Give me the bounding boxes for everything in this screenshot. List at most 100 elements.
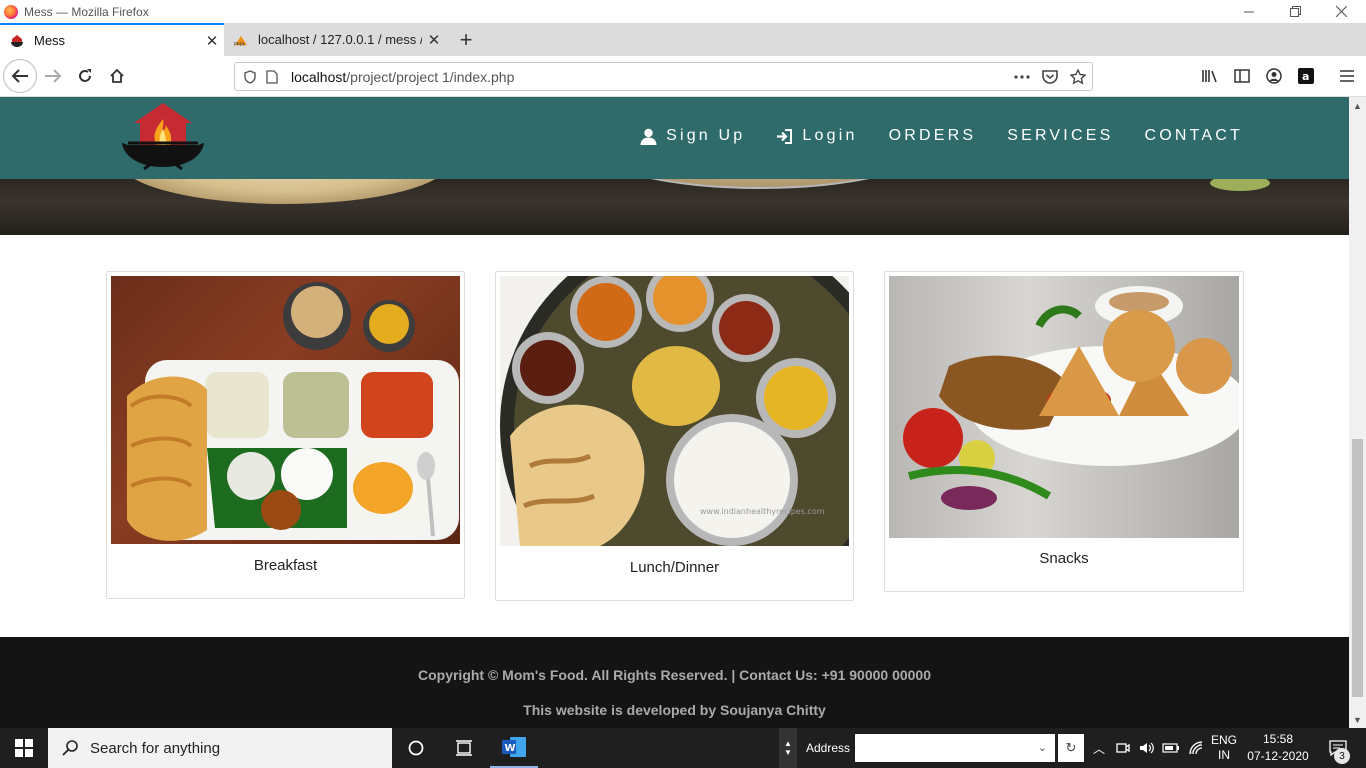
bookmark-star-button[interactable] <box>1064 68 1092 85</box>
breakfast-card[interactable]: Breakfast <box>106 271 465 599</box>
input-language-indicator[interactable]: ENG IN <box>1208 728 1240 768</box>
restore-button[interactable] <box>1272 0 1318 23</box>
page-viewport: Sign Up Login ORDERS SERVICES CONTACT Br… <box>0 97 1349 728</box>
tracking-protection-icon[interactable] <box>239 69 261 84</box>
start-button[interactable] <box>0 728 48 768</box>
url-bar[interactable]: localhost/project/project 1/index.php <box>234 62 1093 91</box>
page-actions-button[interactable] <box>1008 74 1036 79</box>
minimize-button[interactable] <box>1226 0 1272 23</box>
tab-phpmyadmin[interactable]: PMA localhost / 127.0.0.1 / mess / us ✕ <box>224 23 446 56</box>
close-window-button[interactable] <box>1318 0 1364 23</box>
account-button[interactable] <box>1258 60 1290 92</box>
pocket-icon <box>1042 70 1058 84</box>
new-tab-button[interactable]: + <box>452 23 480 56</box>
volume-icon[interactable] <box>1136 728 1158 768</box>
tab-mess[interactable]: Mess ✕ <box>0 23 224 56</box>
taskbar-search-box[interactable]: Search for anything <box>48 728 392 768</box>
tab-strip: Mess ✕ PMA localhost / 127.0.0.1 / mess … <box>0 23 1366 56</box>
sidebar-button[interactable] <box>1226 60 1258 92</box>
search-placeholder: Search for anything <box>90 739 221 757</box>
firefox-logo-icon <box>4 4 18 19</box>
snacks-card[interactable]: Snacks <box>884 271 1244 592</box>
chevron-up-icon: ▲ <box>784 739 792 748</box>
site-header: Sign Up Login ORDERS SERVICES CONTACT <box>0 97 1349 179</box>
restore-icon <box>1289 6 1301 17</box>
moms-food-logo-icon[interactable] <box>120 99 206 177</box>
address-go-button[interactable]: ↻ <box>1058 734 1084 762</box>
svg-text:PMA: PMA <box>234 42 245 47</box>
nav-services-link[interactable]: SERVICES <box>1007 127 1113 145</box>
breakfast-thali-image <box>127 282 459 541</box>
home-icon <box>110 68 124 83</box>
phpmyadmin-favicon-icon: PMA <box>234 35 247 47</box>
cortana-circle-icon <box>408 740 424 756</box>
chevron-down-icon[interactable]: ⌄ <box>1038 741 1047 754</box>
chevron-up-icon: ︿ <box>1092 741 1105 756</box>
amazon-extension-button[interactable]: a <box>1290 60 1322 92</box>
footer-copyright: Copyright © Mom's Food. All Rights Reser… <box>417 667 932 683</box>
scroll-up-icon[interactable]: ▲ <box>1349 97 1366 114</box>
login-icon <box>777 128 793 144</box>
site-info-icon[interactable] <box>261 69 283 84</box>
toolbar-scroll-arrows[interactable]: ▲ ▼ <box>779 728 797 768</box>
nav-signup-link[interactable]: Sign Up <box>640 127 745 145</box>
page-scrollbar[interactable]: ▲ ▼ <box>1349 97 1366 728</box>
search-icon <box>62 740 78 756</box>
region-code: IN <box>1218 748 1230 762</box>
menu-button[interactable] <box>1331 60 1363 92</box>
lunch-dinner-card[interactable]: www.indianhealthyrecipes.com Lunch/Dinne… <box>495 271 854 601</box>
clock[interactable]: 15:58 07-12-2020 <box>1244 728 1312 768</box>
card-caption: Snacks <box>1039 550 1089 567</box>
battery-charging-icon <box>1162 743 1179 753</box>
library-button[interactable] <box>1194 60 1226 92</box>
task-view-button[interactable] <box>440 728 488 768</box>
word-taskbar-button[interactable]: W <box>490 728 538 768</box>
window-title: Mess — Mozilla Firefox <box>24 4 149 19</box>
address-toolbar-input[interactable]: ⌄ <box>855 734 1055 762</box>
nav-signup-label: Sign Up <box>666 127 746 144</box>
refresh-icon: ↻ <box>1065 740 1077 755</box>
clock-time: 15:58 <box>1262 732 1294 746</box>
arrow-right-icon <box>45 69 62 83</box>
user-icon <box>640 128 657 145</box>
url-host: localhost <box>291 68 347 85</box>
battery-icon[interactable] <box>1160 728 1182 768</box>
lunch-dinner-photo: www.indianhealthyrecipes.com <box>500 276 849 546</box>
address-toolbar-label: Address <box>806 741 851 755</box>
clock-date: 07-12-2020 <box>1247 749 1309 763</box>
network-icon[interactable] <box>1184 728 1208 768</box>
show-hidden-icons-button[interactable]: ︿ <box>1090 728 1108 768</box>
breakfast-photo <box>111 276 460 544</box>
account-icon <box>1266 68 1282 84</box>
card-caption: Breakfast <box>253 557 318 574</box>
url-path: /project/project 1/index.php <box>346 68 515 85</box>
nav-login-label: Login <box>802 127 858 144</box>
nav-contact-link[interactable]: CONTACT <box>1144 127 1243 145</box>
nav-login-link[interactable]: Login <box>776 127 857 145</box>
meet-now-icon[interactable] <box>1112 728 1134 768</box>
site-footer: Copyright © Mom's Food. All Rights Reser… <box>0 637 1349 728</box>
tab-close-button[interactable]: ✕ <box>422 31 446 49</box>
back-button[interactable] <box>3 59 37 93</box>
action-center-button[interactable]: 3 <box>1318 728 1358 768</box>
shield-icon <box>244 69 256 84</box>
scrollbar-thumb[interactable] <box>1352 439 1363 697</box>
home-button[interactable] <box>101 60 133 92</box>
hamburger-menu-icon <box>1340 70 1354 82</box>
nav-orders-link[interactable]: ORDERS <box>889 127 977 145</box>
minimize-icon <box>1243 11 1254 13</box>
svg-text:a: a <box>1302 70 1309 83</box>
navigation-toolbar: localhost/project/project 1/index.php a <box>0 56 1366 97</box>
reload-button[interactable] <box>69 60 101 92</box>
forward-button[interactable] <box>37 60 69 92</box>
pocket-button[interactable] <box>1036 69 1064 84</box>
notification-badge: 3 <box>1334 748 1350 764</box>
scroll-down-icon[interactable]: ▼ <box>1349 711 1366 728</box>
footer-developer: This website is developed by Soujanya Ch… <box>523 702 826 718</box>
site-navigation: Sign Up Login ORDERS SERVICES CONTACT <box>609 127 1243 145</box>
snacks-photo <box>889 276 1239 538</box>
cortana-button[interactable] <box>392 728 440 768</box>
tab-close-button[interactable]: ✕ <box>200 32 224 50</box>
wifi-icon <box>1189 741 1203 755</box>
photo-watermark: www.indianhealthyrecipes.com <box>700 507 825 516</box>
